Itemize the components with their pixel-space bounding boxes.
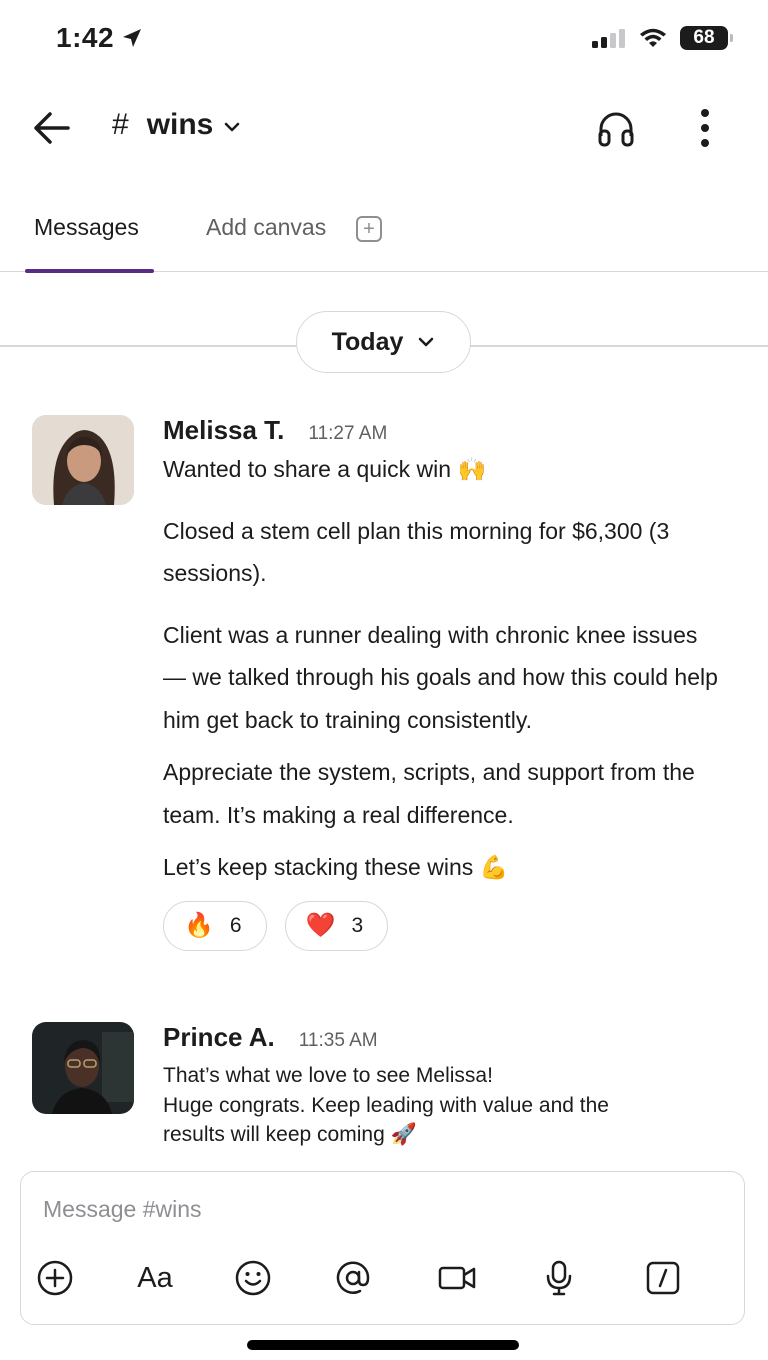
channel-title-button[interactable]: # wins: [112, 108, 241, 142]
channel-hash-icon: #: [112, 108, 129, 141]
message-author[interactable]: Prince A.: [163, 1022, 275, 1053]
status-time: 1:42: [56, 22, 144, 54]
headphones-icon: [598, 112, 634, 147]
message-body: Melissa T. 11:27 AM Wanted to share a qu…: [163, 415, 723, 951]
avatar-image: [32, 1022, 134, 1114]
message-paragraph: Appreciate the system, scripts, and supp…: [163, 759, 695, 828]
message-paragraph: Closed a stem cell plan this morning for…: [163, 517, 670, 587]
channel-header: # wins: [0, 92, 768, 164]
mention-icon: [336, 1261, 370, 1294]
avatar[interactable]: [32, 1022, 134, 1114]
format-button[interactable]: Aa: [133, 1258, 177, 1298]
fire-emoji-icon: 🔥: [184, 911, 214, 939]
vertical-dots-icon: [701, 109, 709, 147]
mention-button[interactable]: [333, 1258, 373, 1298]
plus-circle-icon: [37, 1260, 73, 1296]
more-options-button[interactable]: [690, 106, 720, 150]
message-body: Prince A. 11:35 AM That’s what we love t…: [163, 1022, 723, 1150]
message-line: results will keep coming 🚀: [163, 1123, 417, 1146]
message-input[interactable]: [43, 1190, 703, 1228]
cellular-signal-icon: [592, 29, 625, 48]
avatar[interactable]: [32, 415, 134, 505]
add-canvas-plus-icon[interactable]: +: [356, 216, 382, 242]
text-format-icon: Aa: [137, 1261, 173, 1294]
message-meta: Melissa T. 11:27 AM: [163, 415, 723, 446]
heart-emoji-icon: ❤️: [305, 911, 336, 939]
emoji-button[interactable]: [233, 1258, 273, 1298]
reaction-count: 6: [229, 913, 242, 937]
voice-button[interactable]: [539, 1258, 579, 1298]
reactions-row: 🔥 6 ❤️ 3: [163, 900, 723, 951]
arrow-left-icon: [34, 112, 70, 144]
reaction-count: 3: [351, 913, 364, 937]
message-paragraph: Wanted to share a quick win 🙌: [163, 456, 487, 482]
avatar-image: [32, 415, 134, 505]
video-icon: [438, 1266, 476, 1290]
huddle-button[interactable]: [596, 108, 636, 148]
location-arrow-icon: [123, 29, 142, 47]
video-button[interactable]: [435, 1258, 479, 1298]
home-indicator: [247, 1340, 519, 1350]
attach-button[interactable]: [35, 1258, 75, 1298]
chevron-down-icon: [419, 337, 434, 347]
microphone-icon: [546, 1260, 572, 1296]
reaction-heart[interactable]: ❤️ 3: [284, 900, 389, 951]
channel-name: wins: [146, 108, 214, 141]
status-indicators: 68: [592, 26, 733, 50]
reaction-fire[interactable]: 🔥 6: [163, 900, 267, 951]
message-meta: Prince A. 11:35 AM: [163, 1022, 723, 1053]
tab-add-canvas[interactable]: Add canvas: [206, 214, 326, 241]
date-divider-button[interactable]: Today: [296, 311, 471, 373]
message-timestamp: 11:27 AM: [308, 423, 388, 444]
message-author[interactable]: Melissa T.: [163, 415, 284, 446]
message-line: Huge congrats. Keep leading with value a…: [163, 1093, 609, 1117]
wifi-icon: [640, 28, 666, 47]
chevron-down-icon: [225, 122, 240, 132]
message-composer: Aa: [20, 1171, 745, 1325]
message-line: That’s what we love to see Melissa!: [163, 1064, 493, 1087]
tab-messages[interactable]: Messages: [34, 214, 139, 241]
date-label: Today: [331, 327, 404, 356]
battery-indicator: 68: [680, 26, 733, 50]
clock: 1:42: [56, 22, 115, 53]
channel-tabs: Messages Add canvas: [0, 196, 768, 273]
status-bar: 1:42 68: [0, 0, 768, 80]
active-tab-indicator: [25, 269, 154, 273]
message-timestamp: 11:35 AM: [298, 1030, 378, 1051]
emoji-icon: [235, 1260, 271, 1296]
message-paragraph: Client was a runner dealing with chronic…: [163, 621, 718, 733]
slash-command-icon: [646, 1261, 680, 1295]
message-paragraph: Let’s keep stacking these wins 💪: [163, 854, 509, 880]
back-button[interactable]: [30, 106, 74, 150]
slash-command-button[interactable]: [643, 1258, 683, 1298]
